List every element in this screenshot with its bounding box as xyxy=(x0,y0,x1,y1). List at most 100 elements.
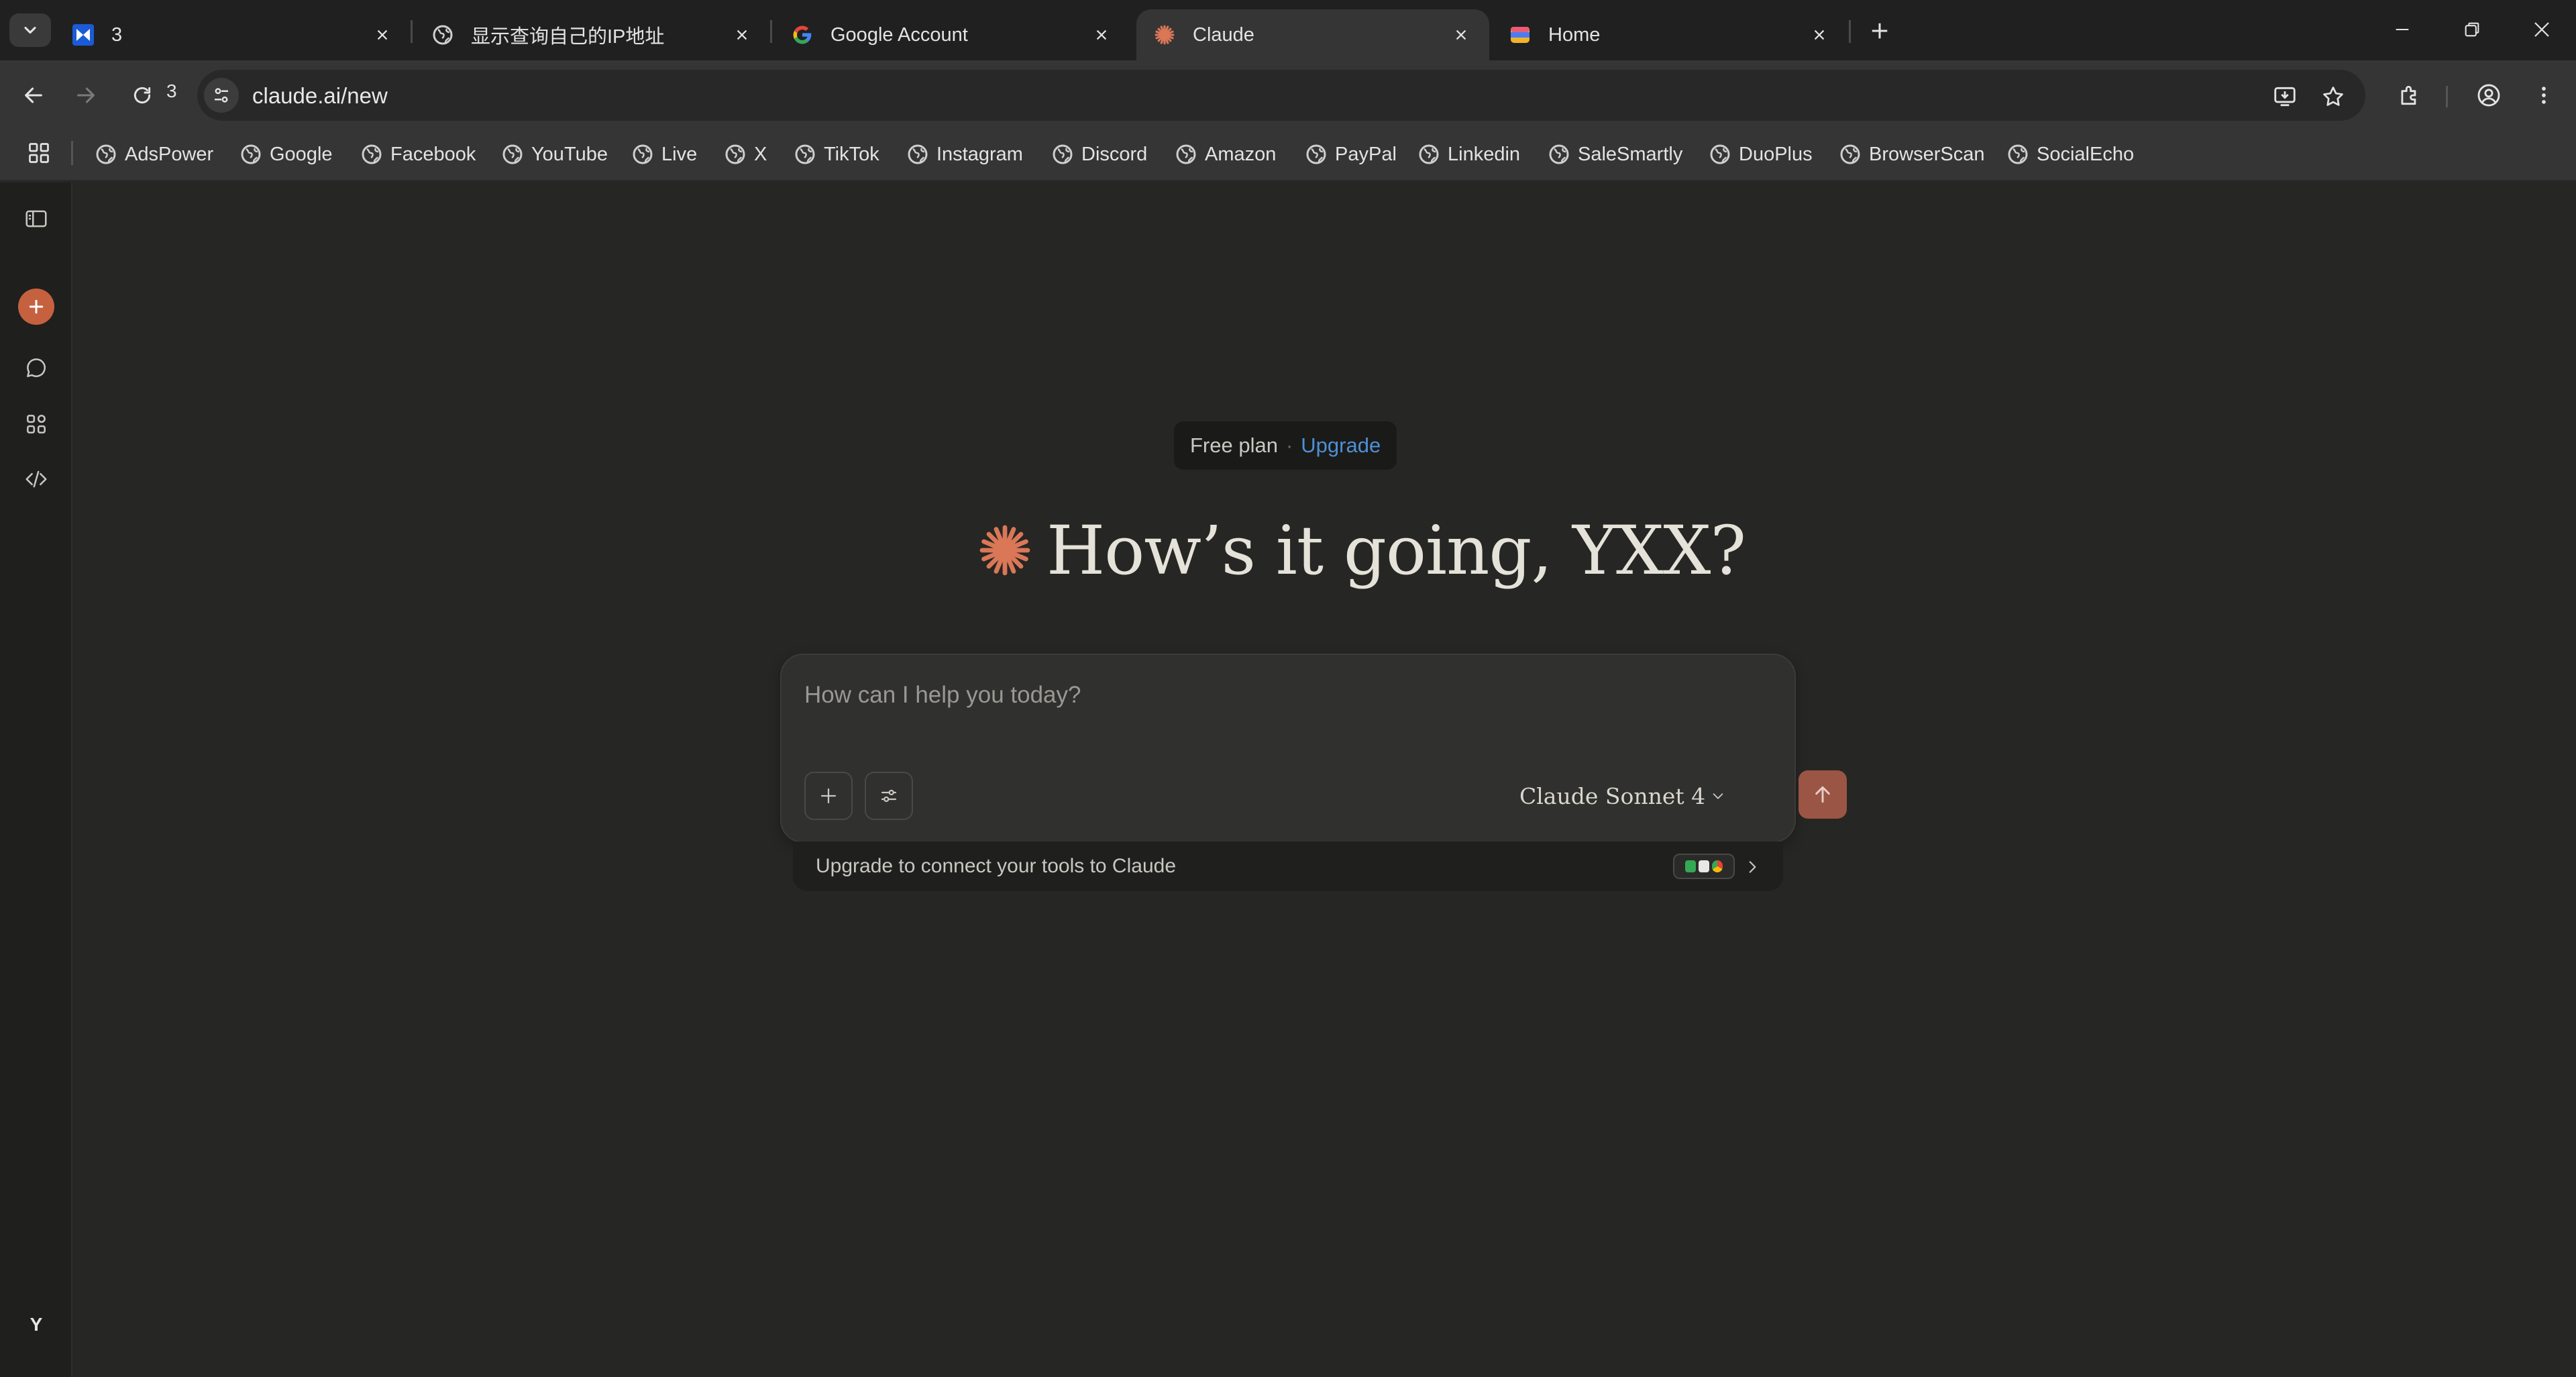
upgrade-link[interactable]: Upgrade xyxy=(1301,434,1381,458)
bookmark-item[interactable]: SaleSmartly xyxy=(1548,138,1682,170)
profile-button[interactable] xyxy=(2470,76,2508,114)
bookmark-label: Facebook xyxy=(390,143,476,165)
plus-icon xyxy=(820,788,837,804)
globe-icon xyxy=(1176,144,1196,164)
bookmark-item[interactable]: Google xyxy=(240,138,333,170)
sliders-icon xyxy=(881,789,897,803)
chevron-right-icon xyxy=(1741,856,1763,878)
bookmark-item[interactable]: Instagram xyxy=(907,138,1023,170)
bookmark-label: Amazon xyxy=(1205,143,1277,165)
bookmark-item[interactable]: DuoPlus xyxy=(1709,138,1813,170)
extensions-button[interactable] xyxy=(2391,76,2428,114)
artifacts-button[interactable] xyxy=(17,460,55,498)
prompt-composer: Claude Sonnet 4 xyxy=(780,654,1847,843)
forward-button[interactable] xyxy=(67,76,105,114)
bookmark-label: DuoPlus xyxy=(1739,143,1813,165)
globe-icon xyxy=(1419,144,1439,164)
bookmark-item[interactable]: Amazon xyxy=(1175,138,1276,170)
new-chat-button[interactable] xyxy=(18,289,54,325)
model-selector[interactable]: Claude Sonnet 4 xyxy=(1519,774,1725,817)
new-tab-button[interactable] xyxy=(1864,15,1896,47)
close-icon[interactable] xyxy=(1450,24,1472,46)
back-button[interactable] xyxy=(15,76,52,114)
minimize-button[interactable] xyxy=(2372,9,2432,50)
bookmark-label: YouTube xyxy=(531,143,608,165)
bookmark-label: SaleSmartly xyxy=(1578,143,1683,165)
bookmark-item[interactable]: BrowserScan xyxy=(1839,138,1984,170)
bookmark-item[interactable]: Linkedin xyxy=(1418,138,1520,170)
plan-separator: · xyxy=(1285,434,1293,457)
restore-button[interactable] xyxy=(2442,9,2502,50)
globe-icon xyxy=(1840,144,1860,164)
minimize-icon xyxy=(2396,28,2409,31)
close-icon[interactable] xyxy=(372,24,393,46)
bookmark-label: SocialEcho xyxy=(2037,143,2135,165)
prompt-input[interactable] xyxy=(804,675,1609,715)
tab-divider xyxy=(770,20,772,43)
projects-button[interactable] xyxy=(17,405,55,443)
tab-divider xyxy=(411,20,413,43)
tab-title: Home xyxy=(1548,23,1601,46)
connect-tools-label: Upgrade to connect your tools to Claude xyxy=(816,855,1176,877)
tools-settings-button[interactable] xyxy=(865,772,913,820)
chats-button[interactable] xyxy=(17,349,55,387)
bookmark-label: Discord xyxy=(1081,143,1148,165)
url-text[interactable]: claude.ai/new xyxy=(252,83,388,109)
send-button[interactable] xyxy=(1799,770,1847,819)
bookmark-item[interactable]: TikTok xyxy=(794,138,879,170)
bookmarks-divider xyxy=(71,141,73,165)
plan-label: Free plan xyxy=(1190,434,1278,457)
reload-button[interactable] xyxy=(123,76,161,114)
globe-icon xyxy=(1549,144,1569,164)
bookmark-star-icon[interactable] xyxy=(2318,82,2348,111)
install-app-icon[interactable] xyxy=(2270,82,2300,111)
bookmark-item[interactable]: X xyxy=(724,138,767,170)
globe-icon xyxy=(362,144,382,164)
toggle-sidebar-button[interactable] xyxy=(17,200,55,238)
browser-tab-4-active[interactable]: Claude xyxy=(1136,9,1489,60)
close-window-button[interactable] xyxy=(2512,9,2572,50)
arrow-left-icon xyxy=(25,87,42,103)
bookmark-item[interactable]: PayPal xyxy=(1305,138,1397,170)
user-avatar[interactable]: Y xyxy=(23,1311,50,1338)
greeting-text: How’s it going, YXX? xyxy=(1046,511,1746,590)
apps-grid-icon[interactable] xyxy=(25,140,52,166)
bookmark-label: PayPal xyxy=(1335,143,1397,165)
connect-tools-banner[interactable]: Upgrade to connect your tools to Claude xyxy=(793,842,1783,891)
globe-icon xyxy=(241,144,261,164)
bookmark-item[interactable]: AdsPower xyxy=(95,138,213,170)
bookmarks-bar: AdsPower Google Facebook YouTube Live X … xyxy=(0,129,2576,181)
tab-search-button[interactable] xyxy=(9,13,51,47)
bookmark-item[interactable]: SocialEcho xyxy=(2007,138,2134,170)
tool-icons-group xyxy=(1673,854,1735,879)
close-icon[interactable] xyxy=(1091,24,1112,46)
add-attachment-button[interactable] xyxy=(804,772,853,820)
code-icon xyxy=(25,470,47,488)
browser-tab-5[interactable]: Home xyxy=(1492,9,1847,60)
close-icon[interactable] xyxy=(731,24,753,46)
site-info-button[interactable] xyxy=(204,78,239,113)
plus-icon xyxy=(29,299,44,314)
browser-menu-button[interactable] xyxy=(2525,76,2563,114)
restore-icon xyxy=(2465,22,2479,37)
greeting: How’s it going, YXX? xyxy=(946,510,1778,591)
bookmark-item[interactable]: Discord xyxy=(1052,138,1147,170)
bookmark-label: Linkedin xyxy=(1448,143,1521,165)
tune-icon xyxy=(215,88,228,103)
bookmark-item[interactable]: Live xyxy=(632,138,697,170)
chat-bubble-icon xyxy=(27,358,46,377)
browser-tab-2[interactable]: 显示查询自己的IP地址 xyxy=(415,9,770,60)
tab-title: 显示查询自己的IP地址 xyxy=(471,26,665,48)
model-name: Claude Sonnet 4 xyxy=(1519,782,1706,809)
bookmark-item[interactable]: YouTube xyxy=(502,138,608,170)
close-icon[interactable] xyxy=(1809,24,1830,46)
bookmark-item[interactable]: Facebook xyxy=(361,138,476,170)
home-app-icon xyxy=(1509,24,1531,46)
address-bar[interactable]: claude.ai/new xyxy=(197,70,2365,121)
browser-tab-1[interactable]: 3 xyxy=(55,9,411,60)
chevron-down-icon xyxy=(24,26,36,34)
browser-tab-3[interactable]: Google Account xyxy=(774,9,1130,60)
toolbar-divider xyxy=(2446,86,2448,107)
more-vertical-icon xyxy=(2542,87,2546,104)
chrome-app-icon xyxy=(1712,860,1723,872)
